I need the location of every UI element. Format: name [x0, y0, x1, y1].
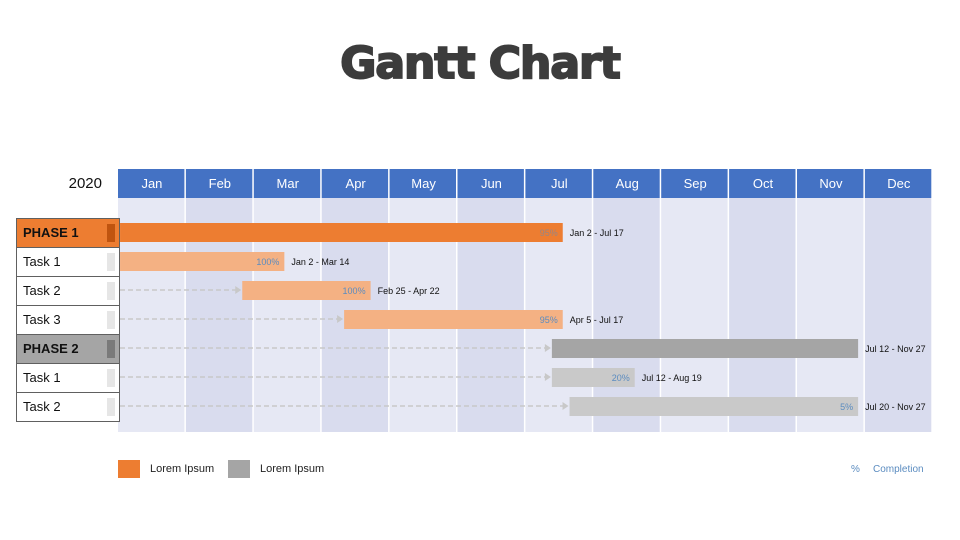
legend-swatch-orange: [118, 460, 140, 478]
month-label: Jan: [141, 176, 162, 191]
month-column: [797, 198, 864, 432]
month-label: Mar: [277, 176, 300, 191]
task-label: Task 1: [23, 254, 61, 269]
task-label: Task 3: [23, 312, 61, 327]
task-label-table: PHASE 1 Task 1 Task 2 Task 3 PHASE 2 Task 1 Ta…: [16, 218, 120, 422]
task-label: PHASE 2: [23, 341, 79, 356]
month-label: Nov: [819, 176, 843, 191]
row-marker: [107, 369, 115, 387]
task-label: PHASE 1: [23, 225, 79, 240]
task-label-row: Task 3: [17, 306, 119, 335]
month-label: Aug: [616, 176, 639, 191]
legend-item-phase2: Lorem Ipsum: [228, 460, 324, 478]
task-label-row: Task 2: [17, 277, 119, 306]
month-column: [864, 198, 932, 432]
row-marker: [107, 398, 115, 416]
gantt-chart: Jan Feb Mar Apr May Jun Jul Aug Sep Oct Nov Dec 95% J…: [112, 169, 932, 432]
task-label-row: Task 1: [17, 248, 119, 277]
percent-symbol: %: [851, 464, 860, 475]
month-label: Jun: [481, 176, 502, 191]
gantt-bar: [344, 310, 563, 329]
gantt-bar: [551, 339, 859, 358]
month-label: Sep: [684, 176, 707, 191]
task-label-row: Task 1: [17, 364, 119, 393]
row-marker: [107, 282, 115, 300]
bar-date-label: Jul 12 - Aug 19: [642, 373, 702, 383]
bar-date-label: Jan 2 - Mar 14: [291, 257, 349, 267]
gantt-bar: [120, 223, 563, 242]
task-label: Task 1: [23, 370, 61, 385]
bar-date-label: Jul 12 - Nov 27: [865, 344, 926, 354]
month-label: Oct: [753, 176, 774, 191]
task-label-row: PHASE 1: [17, 219, 119, 248]
row-marker: [107, 224, 115, 242]
legend-swatch-gray: [228, 460, 250, 478]
gantt-bar: [569, 397, 859, 416]
month-label: May: [411, 176, 436, 191]
row-marker: [107, 340, 115, 358]
bar-date-label: Jul 20 - Nov 27: [865, 402, 926, 412]
task-label-row: PHASE 2: [17, 335, 119, 364]
month-column: [729, 198, 796, 432]
month-column: [661, 198, 728, 432]
bar-percent-label: 95%: [540, 228, 558, 238]
bar-percent-label: 20%: [612, 373, 630, 383]
month-label: Jul: [551, 176, 568, 191]
month-label: Feb: [209, 176, 231, 191]
legend-label: Lorem Ipsum: [150, 463, 215, 475]
bar-date-label: Feb 25 - Apr 22: [378, 286, 440, 296]
bar-date-label: Apr 5 - Jul 17: [570, 315, 624, 325]
task-label: Task 2: [23, 283, 61, 298]
task-label: Task 2: [23, 399, 61, 414]
completion-label: Completion: [873, 464, 924, 475]
bar-percent-label: 5%: [840, 402, 853, 412]
legend-label: Lorem Ipsum: [260, 463, 325, 475]
month-label: Dec: [887, 176, 911, 191]
task-label-row: Task 2: [17, 393, 119, 422]
bar-date-label: Jan 2 - Jul 17: [570, 228, 624, 238]
bar-percent-label: 100%: [256, 257, 279, 267]
row-marker: [107, 311, 115, 329]
bar-percent-label: 100%: [343, 286, 366, 296]
row-marker: [107, 253, 115, 271]
month-label: Apr: [346, 176, 367, 191]
legend-item-phase1: Lorem Ipsum: [118, 460, 214, 478]
bar-percent-label: 95%: [540, 315, 558, 325]
